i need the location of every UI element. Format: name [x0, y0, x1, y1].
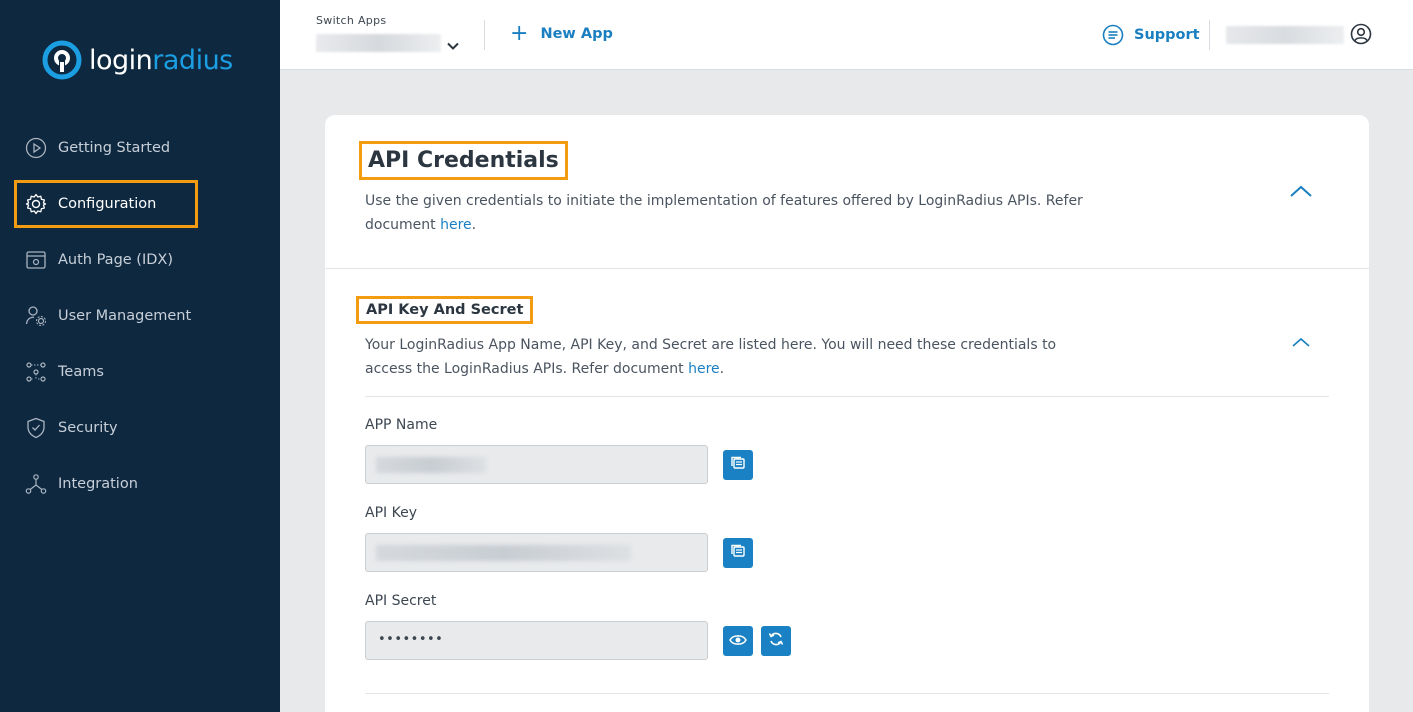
sidebar-item-getting-started[interactable]: Getting Started	[14, 124, 198, 172]
sidebar-item-label: Security	[58, 420, 118, 436]
sidebar-item-label: Auth Page (IDX)	[58, 252, 173, 268]
app-name-label: APP Name	[365, 417, 438, 433]
sidebar-item-label: Integration	[58, 476, 138, 492]
gear-icon	[24, 192, 48, 216]
sidebar-item-auth-page[interactable]: Auth Page (IDX)	[14, 236, 198, 284]
subsection-description-end: .	[719, 361, 725, 377]
user-name[interactable]	[1226, 26, 1344, 44]
browser-gear-icon	[24, 248, 48, 272]
divider	[365, 693, 1329, 694]
section-description: Use the given credentials to initiate th…	[365, 189, 1105, 237]
api-key-value	[376, 545, 631, 561]
doc-link[interactable]: here	[440, 217, 472, 233]
loginradius-logo-icon	[42, 40, 82, 80]
top-bar: Switch Apps + New App Support	[280, 0, 1413, 70]
divider	[325, 268, 1369, 269]
chevron-up-icon	[1291, 333, 1311, 352]
user-gear-icon	[24, 304, 48, 328]
copy-api-key-button[interactable]	[723, 538, 753, 568]
sidebar-item-integration[interactable]: Integration	[14, 460, 198, 508]
api-secret-label: API Secret	[365, 593, 437, 609]
collapse-subsection-button[interactable]	[1291, 333, 1311, 352]
api-key-label: API Key	[365, 505, 417, 521]
logo-wordmark-b: radius	[152, 44, 233, 76]
copy-app-name-button[interactable]	[723, 450, 753, 480]
subsection-description: Your LoginRadius App Name, API Key, and …	[365, 333, 1085, 381]
sidebar-item-label: Getting Started	[58, 140, 171, 156]
team-network-icon	[24, 360, 48, 384]
api-secret-value: ••••••••	[378, 632, 444, 647]
support-list-icon	[1102, 24, 1124, 46]
user-avatar-icon[interactable]	[1350, 23, 1372, 49]
support-button[interactable]: Support	[1102, 24, 1200, 46]
app-name-field[interactable]	[365, 445, 708, 484]
chevron-down-icon	[446, 36, 460, 55]
page-title: API Credentials	[359, 141, 568, 180]
divider	[365, 396, 1329, 397]
play-circle-icon	[24, 136, 48, 160]
shield-icon	[24, 416, 48, 440]
app-name-value	[376, 457, 486, 473]
new-app-label: New App	[540, 26, 613, 42]
logo-wordmark-a: login	[89, 44, 153, 76]
sidebar-item-user-management[interactable]: User Management	[14, 292, 198, 340]
show-secret-button[interactable]	[723, 626, 753, 656]
api-secret-field[interactable]: ••••••••	[365, 621, 708, 660]
divider	[1209, 20, 1210, 50]
sidebar-item-label: User Management	[58, 308, 192, 324]
divider	[484, 20, 485, 50]
collapse-section-button[interactable]	[1289, 183, 1313, 202]
support-label: Support	[1134, 27, 1200, 43]
sidebar-item-configuration[interactable]: Configuration	[14, 180, 198, 228]
subsection-title: API Key And Secret	[356, 296, 534, 324]
new-app-button[interactable]: + New App	[510, 21, 613, 46]
loginradius-logo[interactable]: loginradius	[42, 40, 233, 80]
eye-icon	[729, 632, 747, 651]
doc-link[interactable]: here	[688, 361, 720, 377]
switch-apps-label: Switch Apps	[316, 14, 387, 27]
integration-nodes-icon	[24, 472, 48, 496]
sidebar-item-label: Teams	[58, 364, 104, 380]
switch-apps-current-value	[316, 34, 441, 52]
sidebar-item-security[interactable]: Security	[14, 404, 198, 452]
section-description-end: .	[471, 217, 477, 233]
sidebar-item-teams[interactable]: Teams	[14, 348, 198, 396]
logo-wordmark: loginradius	[89, 45, 233, 76]
chevron-up-icon	[1289, 183, 1313, 202]
api-credentials-card: API Credentials Use the given credential…	[325, 115, 1369, 712]
sidebar: loginradius Getting Started Configuratio…	[0, 0, 280, 712]
api-key-field[interactable]	[365, 533, 708, 572]
copy-icon	[730, 543, 746, 563]
switch-apps-dropdown[interactable]: Switch Apps	[316, 14, 466, 54]
sidebar-item-label: Configuration	[58, 196, 157, 212]
plus-icon: +	[510, 21, 529, 46]
regenerate-secret-button[interactable]	[761, 626, 791, 656]
copy-icon	[730, 455, 746, 475]
refresh-icon	[768, 631, 784, 651]
